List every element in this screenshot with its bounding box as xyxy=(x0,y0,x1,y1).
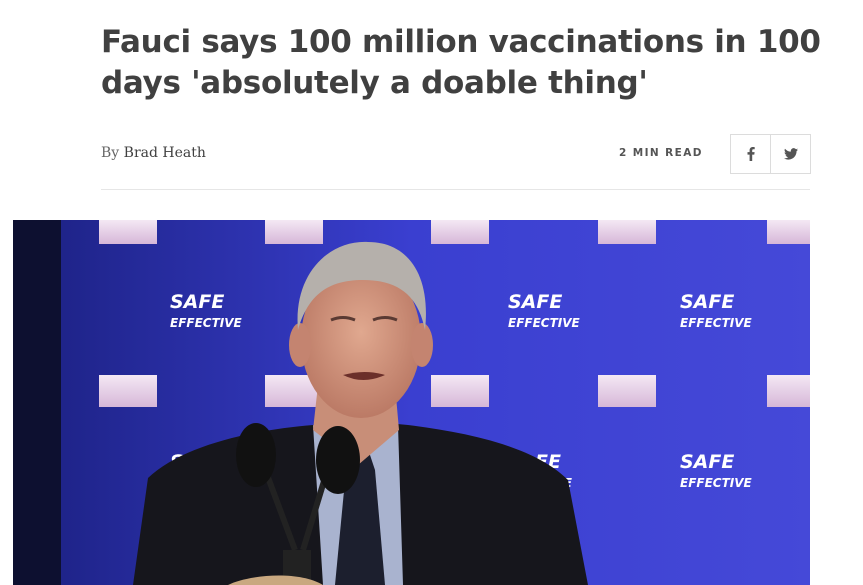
svg-text:SAFE: SAFE xyxy=(508,291,562,313)
article-headline: Fauci says 100 million vaccinations in 1… xyxy=(101,24,821,101)
svg-text:SAFE: SAFE xyxy=(680,291,734,313)
facebook-icon xyxy=(747,147,755,161)
share-buttons xyxy=(730,134,811,174)
read-time: 2 MIN READ xyxy=(619,147,703,159)
byline-prefix: By xyxy=(101,145,120,161)
svg-text:SAFE: SAFE xyxy=(680,451,734,473)
svg-text:EFFECTIVE: EFFECTIVE xyxy=(508,316,581,330)
svg-text:EFFECTIVE: EFFECTIVE xyxy=(170,316,243,330)
svg-text:EFFECTIVE: EFFECTIVE xyxy=(680,476,753,490)
twitter-icon xyxy=(783,148,798,160)
facebook-share-button[interactable] xyxy=(730,134,771,174)
byline: By Brad Heath xyxy=(101,145,206,161)
header-divider xyxy=(101,189,810,190)
twitter-share-button[interactable] xyxy=(771,134,811,174)
svg-text:SAFE: SAFE xyxy=(170,291,224,313)
svg-text:EFFECTIVE: EFFECTIVE xyxy=(680,316,753,330)
photo-illustration: SAFE EFFECTIVE SAFE EFFECTIVE SAFE EFFEC… xyxy=(13,220,810,585)
article-photo: SAFE EFFECTIVE SAFE EFFECTIVE SAFE EFFEC… xyxy=(13,220,810,585)
author-link[interactable]: Brad Heath xyxy=(124,145,206,161)
